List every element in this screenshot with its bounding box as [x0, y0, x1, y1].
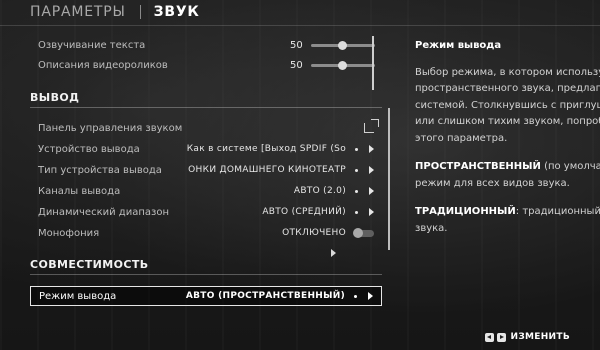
info-line: режим для всех видов звука. [415, 177, 570, 189]
slider-thumb[interactable] [338, 41, 347, 50]
setting-value: АВТО (ПРОСТРАНСТВЕННЫЙ) [185, 291, 345, 301]
section-divider [30, 107, 382, 108]
dot-icon [355, 147, 358, 151]
setting-row-output-device-type[interactable]: Тип устройства вывода ОНКИ ДОМАШНЕГО КИН… [30, 160, 382, 180]
hint-label: ИЗМЕНИТЬ [510, 332, 570, 342]
setting-value: ОНКИ ДОМАШНЕГО КИНОТЕАТР [188, 165, 346, 175]
info-line: пространственного звука, предлагаем [415, 83, 600, 94]
setting-label: Динамический диапазон [38, 206, 169, 218]
setting-value: Как в системе [Выход SPDIF (So [186, 144, 346, 154]
section-title-output: ВЫВОД [30, 91, 80, 104]
setting-row-dynamic-range[interactable]: Динамический диапазон АВТО (СРЕДНИЙ) [30, 202, 382, 222]
scrollbar-main[interactable] [388, 108, 390, 250]
setting-label: Режим вывода [39, 290, 117, 302]
setting-row-output-mode[interactable]: Режим вывода АВТО (ПРОСТРАНСТВЕННЫЙ) [30, 286, 382, 306]
info-line: системой. Столкнувшись с приглушён [415, 99, 600, 111]
section-title-compatibility: СОВМЕСТИМОСТЬ [30, 258, 149, 271]
slider-track[interactable] [311, 41, 375, 50]
info-description: Выбор режима, в котором использует прост… [415, 65, 600, 148]
tab-divider [139, 5, 141, 19]
key-right-icon [496, 332, 506, 342]
slider-row-video-descriptions[interactable]: Описания видеороликов 50 [30, 55, 382, 75]
scrollbar-top[interactable] [372, 36, 374, 90]
info-line: ТРАДИЦИОННЫЙ: традиционный реж [415, 204, 600, 221]
dot-icon [354, 294, 357, 298]
info-line: Выбор режима, в котором использует [415, 66, 600, 78]
setting-row-sound-control-panel[interactable]: Панель управления звуком [30, 118, 382, 138]
change-hint[interactable]: ИЗМЕНИТЬ [484, 332, 571, 342]
slider-track[interactable] [311, 61, 375, 70]
setting-label: Монофония [38, 227, 100, 239]
info-panel: Режим вывода Выбор режима, в котором исп… [415, 38, 600, 249]
slider-value: 50 [290, 39, 303, 51]
dot-icon [355, 189, 358, 193]
arrow-right-icon [369, 166, 374, 174]
info-line: ПРОСТРАНСТВЕННЫЙ (по умолчанию [415, 159, 600, 176]
info-line: звука. [415, 222, 448, 234]
setting-value: АВТО (2.0) [293, 186, 346, 196]
setting-label: Панель управления звуком [38, 122, 183, 134]
setting-value: АВТО (СРЕДНИЙ) [262, 207, 346, 217]
arrow-right-icon [369, 208, 374, 216]
setting-label: Устройство вывода [38, 143, 140, 155]
dot-icon [355, 168, 358, 172]
setting-label: Тип устройства вывода [38, 164, 162, 176]
tabs-divider-line [0, 25, 600, 26]
info-text: (по умолчанию [544, 161, 600, 172]
info-line: или слишком тихим звуком, попробуйт [415, 116, 600, 127]
setting-label: Описания видеороликов [38, 59, 168, 71]
dot-icon [355, 210, 358, 214]
toggle-icon[interactable] [353, 227, 374, 238]
key-left-icon [484, 332, 494, 342]
top-tabs: ПАРАМЕТРЫ ЗВУК [0, 0, 600, 24]
slider-thumb[interactable] [338, 61, 347, 70]
setting-label: Каналы вывода [38, 185, 121, 197]
setting-row-output-device[interactable]: Устройство вывода Как в системе [Выход S… [30, 139, 382, 159]
slider-value: 50 [290, 59, 303, 71]
section-divider [30, 274, 382, 275]
info-line: этого параметра. [415, 132, 508, 144]
slider-row-text-narration[interactable]: Озвучивание текста 50 [30, 35, 382, 55]
arrow-right-icon [369, 145, 374, 153]
arrow-right-icon [369, 187, 374, 195]
arrow-right-icon [368, 292, 373, 300]
info-term: ПРОСТРАНСТВЕННЫЙ [415, 161, 541, 172]
info-spatial: ПРОСТРАНСТВЕННЫЙ (по умолчанию режим для… [415, 159, 600, 192]
info-term: ТРАДИЦИОННЫЙ [415, 206, 516, 217]
setting-row-output-channels[interactable]: Каналы вывода АВТО (2.0) [30, 181, 382, 201]
setting-row-mono[interactable]: Монофония ОТКЛЮЧЕНО [30, 223, 382, 243]
tab-parameters[interactable]: ПАРАМЕТРЫ [30, 4, 126, 20]
info-title: Режим вывода [415, 40, 502, 51]
setting-label: Озвучивание текста [38, 39, 146, 51]
setting-value: ОТКЛЮЧЕНО [282, 228, 346, 238]
info-text: : традиционный реж [515, 206, 600, 217]
external-link-icon [364, 119, 379, 133]
info-traditional: ТРАДИЦИОННЫЙ: традиционный реж звука. [415, 204, 600, 237]
tab-sound[interactable]: ЗВУК [154, 4, 200, 20]
cursor-pointer-icon [331, 249, 336, 257]
